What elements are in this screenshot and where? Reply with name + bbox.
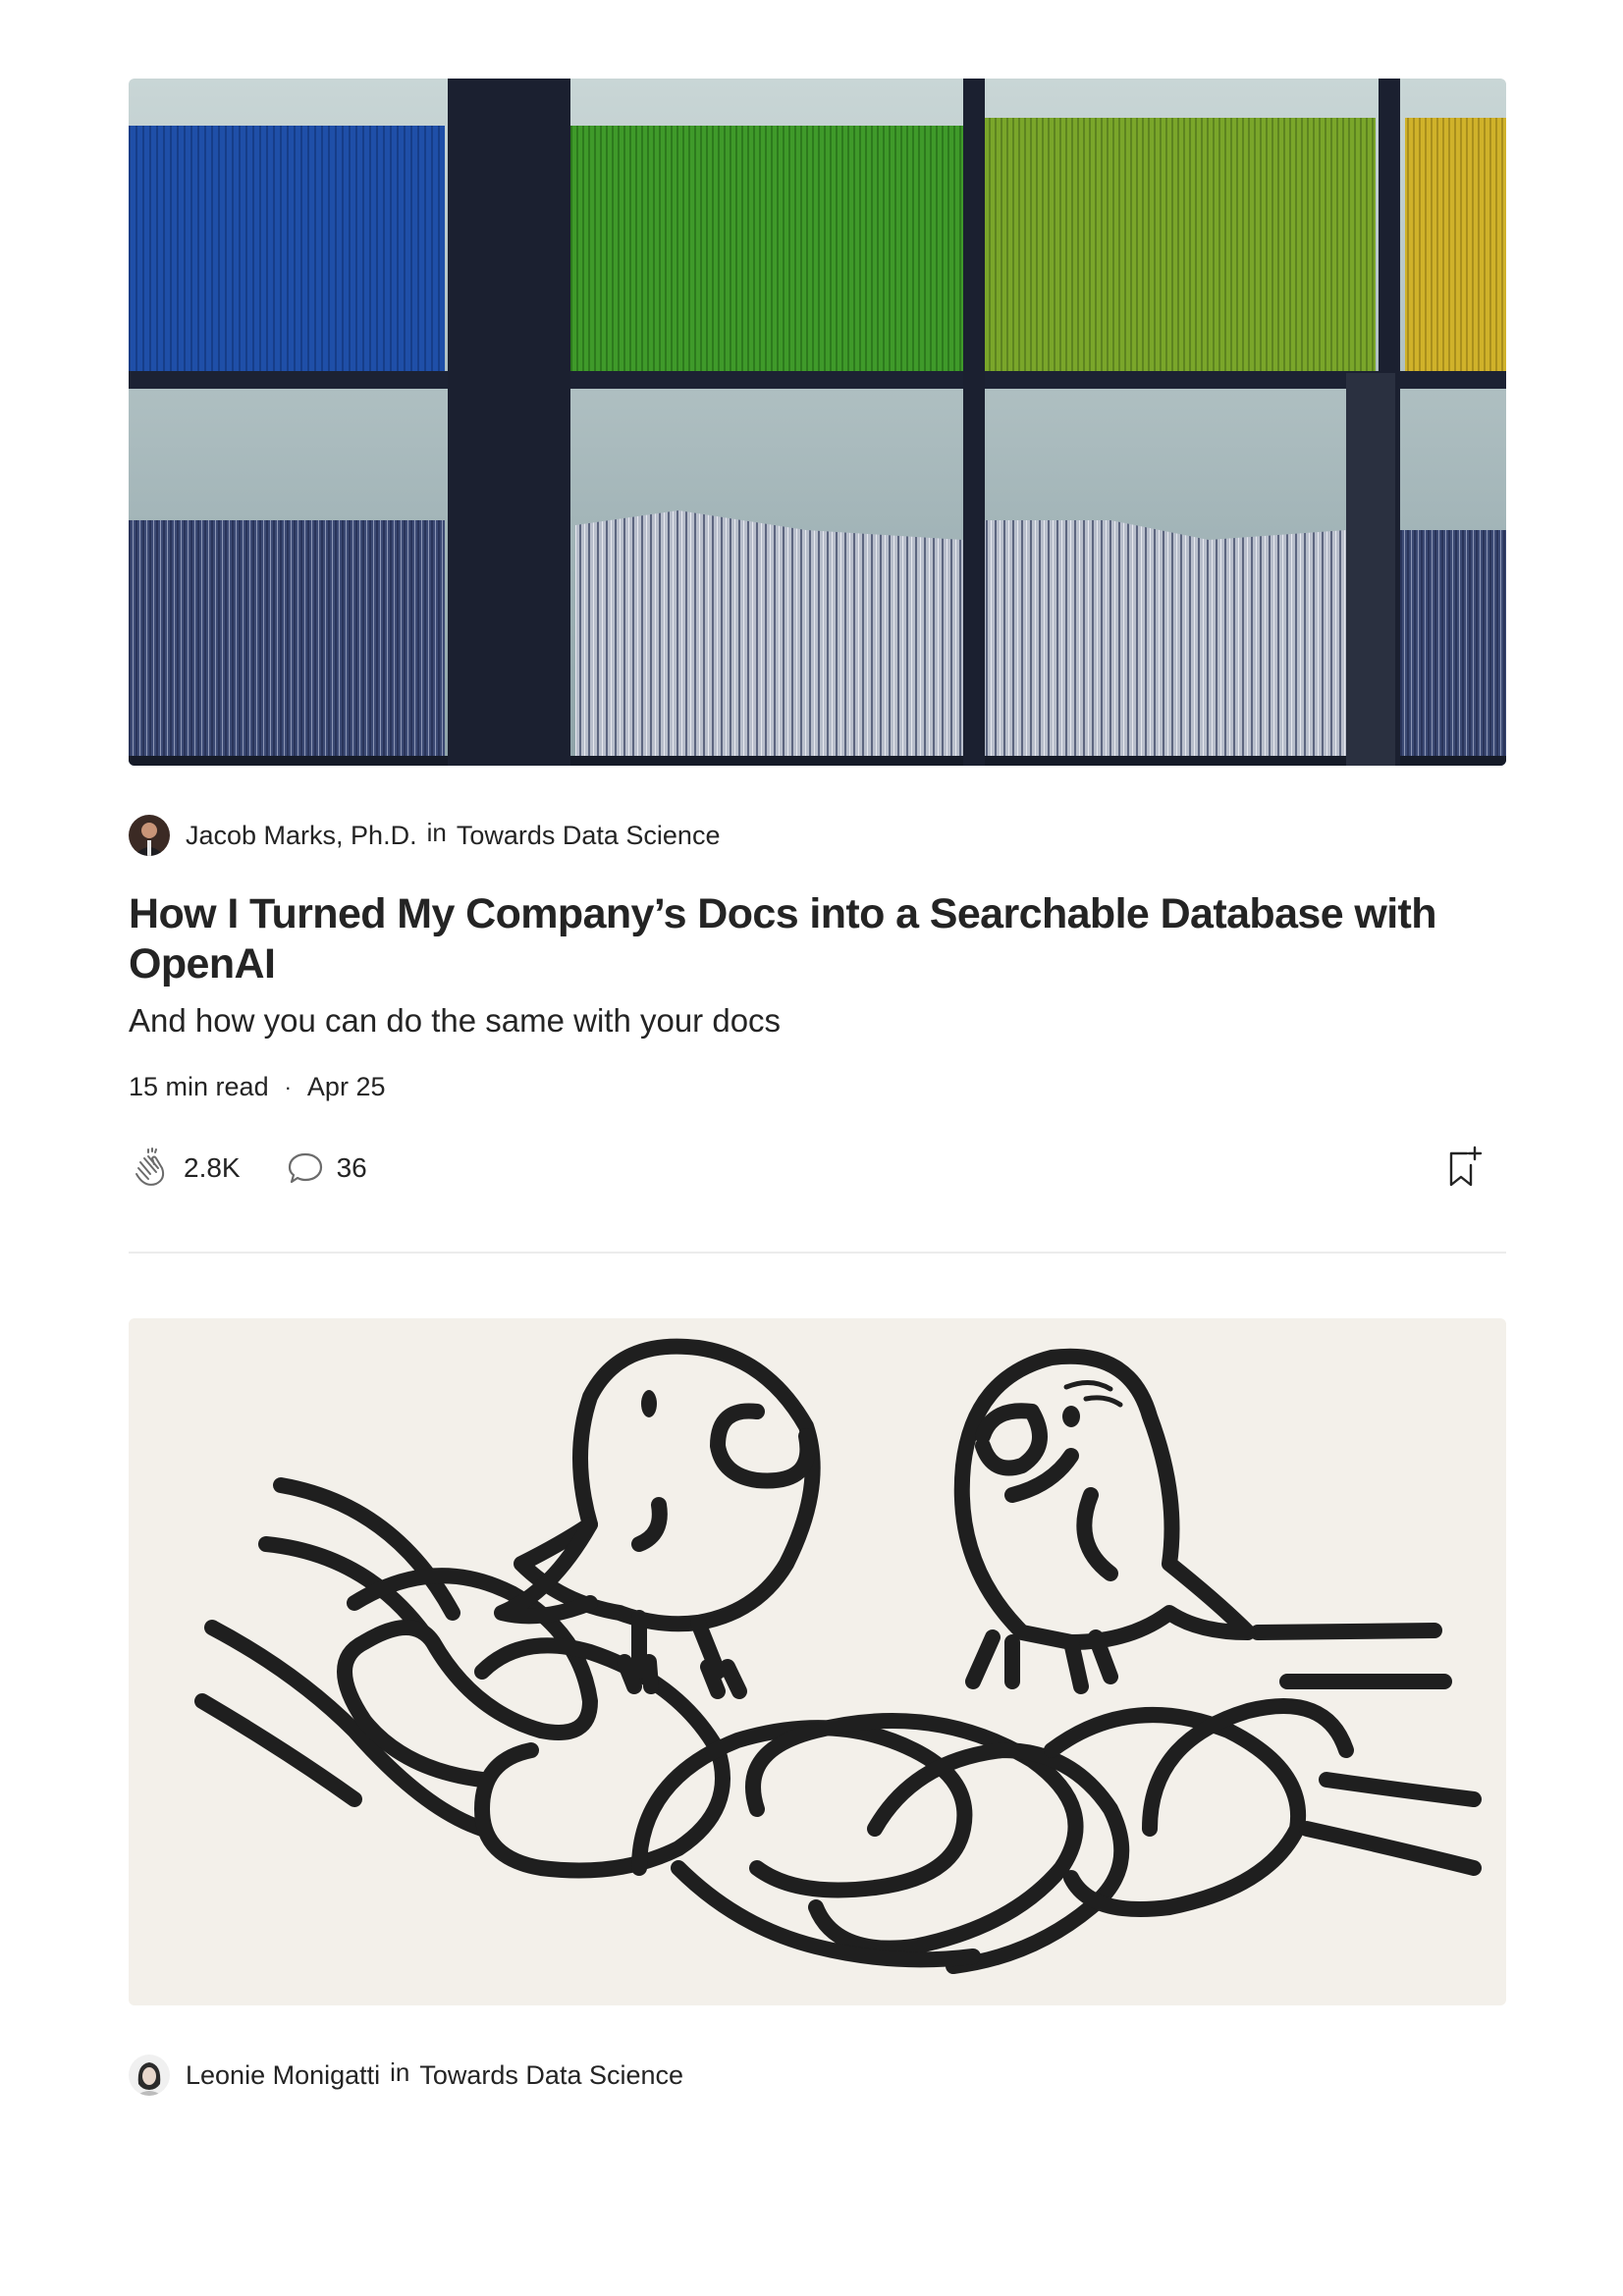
article-title[interactable]: How I Turned My Company’s Docs into a Se… <box>129 889 1464 989</box>
article-card[interactable]: Jacob Marks, Ph.D. in Towards Data Scien… <box>129 79 1506 1254</box>
meta-separator: · <box>284 1074 292 1099</box>
author-avatar[interactable] <box>129 2055 170 2096</box>
in-label: in <box>426 817 447 847</box>
article-divider <box>129 1252 1506 1254</box>
response-bubble-icon <box>286 1148 325 1188</box>
read-time: 15 min read <box>129 1072 269 1101</box>
article-feed: Jacob Marks, Ph.D. in Towards Data Scien… <box>129 79 1506 2096</box>
author-name[interactable]: Leonie Monigatti <box>186 2060 380 2091</box>
author-avatar[interactable] <box>129 815 170 856</box>
publish-date: Apr 25 <box>306 1072 386 1101</box>
parrots-on-chain-illustration <box>129 1318 1506 2005</box>
save-to-list-button[interactable] <box>1441 1144 1485 1193</box>
article-byline: Jacob Marks, Ph.D. in Towards Data Scien… <box>129 815 1506 856</box>
response-count: 36 <box>336 1152 367 1183</box>
responses-button[interactable]: 36 <box>286 1148 367 1188</box>
article-hero-image[interactable] <box>129 79 1506 766</box>
publication-name[interactable]: Towards Data Science <box>457 821 721 851</box>
clap-icon <box>129 1147 172 1190</box>
in-label: in <box>390 2056 410 2087</box>
article-actions: 2.8K 36 <box>129 1144 1506 1193</box>
article-byline: Leonie Monigatti in Towards Data Science <box>129 2055 1506 2096</box>
clap-button[interactable]: 2.8K <box>129 1147 241 1190</box>
article-card[interactable]: Leonie Monigatti in Towards Data Science <box>129 1318 1506 2096</box>
clap-count: 2.8K <box>184 1152 241 1183</box>
article-hero-image[interactable] <box>129 1318 1506 2005</box>
bookmark-add-icon <box>1441 1144 1485 1193</box>
article-meta: 15 min read · Apr 25 <box>129 1072 1506 1102</box>
article-subtitle[interactable]: And how you can do the same with your do… <box>129 999 1506 1042</box>
author-name[interactable]: Jacob Marks, Ph.D. <box>186 821 417 851</box>
publication-name[interactable]: Towards Data Science <box>419 2060 683 2091</box>
bookshelf-photo <box>129 79 1506 766</box>
